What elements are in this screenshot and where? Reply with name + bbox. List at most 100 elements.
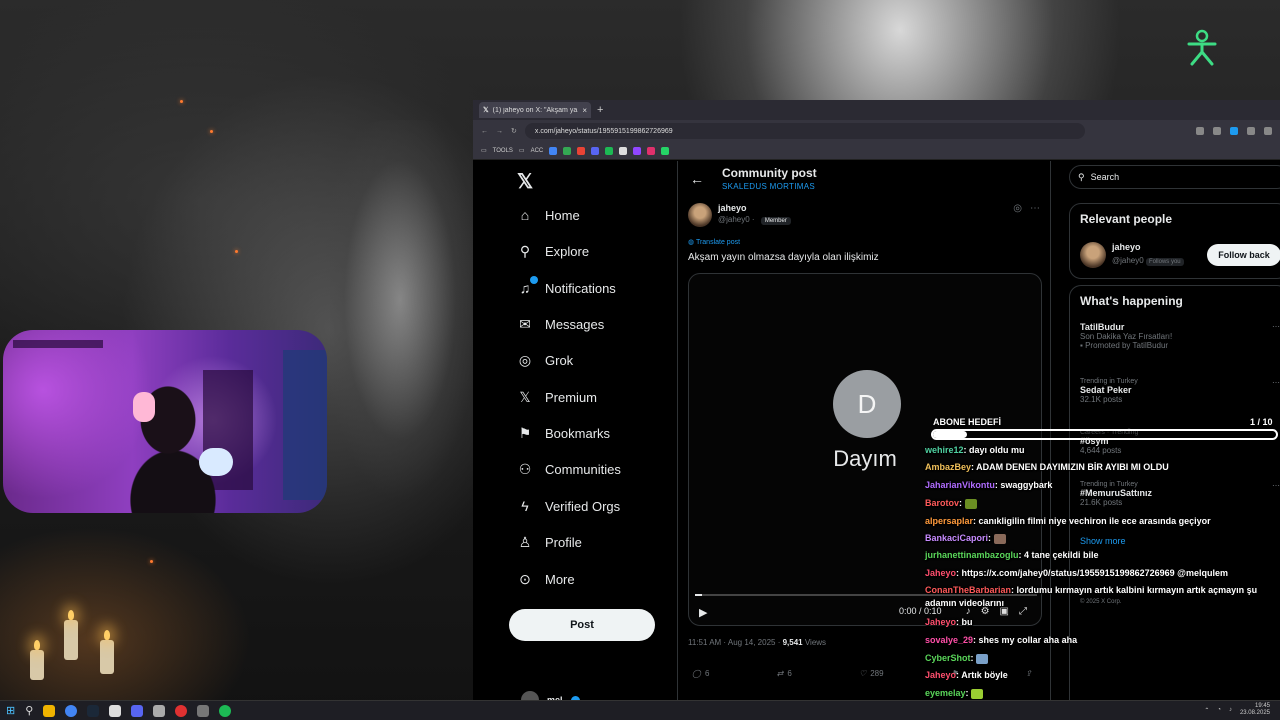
nav-label: Home [545,207,580,223]
app-icon[interactable] [197,704,210,717]
bookmark-folder-acc[interactable]: ACC [531,148,544,154]
bookmark-icon[interactable] [591,146,600,155]
nav-profile[interactable]: ♙ Profile [517,534,582,550]
bookmark-icon[interactable] [633,146,642,155]
chat-username: AmbazBey [925,462,972,472]
more-options-icon[interactable]: ⋯ [1272,378,1280,387]
post-tools: ◎ ⋯ [1013,203,1040,214]
chat-message: BankaciCapori: [925,533,1006,544]
extension-icon[interactable] [1264,127,1272,135]
community-link[interactable]: SKALEDUS MORTIMAS [722,182,815,191]
bookmark-icon[interactable] [577,146,586,155]
trend-item[interactable]: Trending in Turkey #MemuruSattınız 21.6K… [1080,481,1280,507]
repost-button[interactable]: ⇄ 6 [777,669,792,678]
nav-more[interactable]: ⊙ More [517,571,575,587]
nav-grok[interactable]: ◎ Grok [517,352,573,368]
chat-username: sovalye_29 [925,635,974,645]
extension-icon[interactable] [1196,127,1204,135]
nav-communities[interactable]: ⚇ Communities [517,461,621,477]
post-button[interactable]: Post [509,609,655,641]
obs-icon[interactable] [175,704,188,717]
nav-explore[interactable]: ⚲ Explore [517,243,589,259]
video-progress-fill [695,594,702,596]
browser-tab[interactable]: 𝕏 (1) jaheyo on X: "Akşam ya... × [479,102,591,118]
new-tab-button[interactable]: + [597,104,603,116]
more-options-icon[interactable]: ⋯ [1272,322,1280,331]
nav-notifications[interactable]: ♫ Notifications [517,276,616,296]
author-avatar[interactable] [688,203,712,227]
chat-username: wehire12 [925,445,964,455]
back-icon[interactable]: ← [481,128,488,135]
bookmark-icon[interactable] [605,146,614,155]
clock[interactable]: 19:45 23.08.2025 [1240,703,1270,717]
app-icon[interactable] [153,704,166,717]
file-explorer-icon[interactable] [43,704,56,717]
nav-home[interactable]: ⌂ Home [517,207,580,223]
page-title: Community post [722,166,817,180]
app-icon[interactable] [109,704,122,717]
extension-icons [1196,127,1272,135]
x-logo-icon[interactable]: 𝕏 [517,169,533,194]
spotify-icon[interactable] [219,704,232,717]
avatar[interactable] [1080,242,1106,268]
folder-icon: ▭ [518,148,525,154]
reload-icon[interactable]: ↻ [511,127,517,135]
streamer-figure [113,380,223,513]
forward-icon[interactable]: → [496,128,503,135]
chat-username: CyberShot [925,653,971,663]
extension-icon[interactable] [1230,127,1238,135]
close-tab-icon[interactable]: × [582,106,587,115]
nav-verified-orgs[interactable]: ϟ Verified Orgs [517,498,620,514]
grok-icon[interactable]: ◎ [1013,203,1022,214]
discord-icon[interactable] [131,704,144,717]
more-options-icon[interactable]: ⋯ [1030,203,1040,214]
extension-icon[interactable] [1247,127,1255,135]
windows-start-icon[interactable]: ⊞ [6,704,15,717]
volume-icon[interactable]: ♪ [1229,707,1232,713]
follow-back-button[interactable]: Follow back [1207,244,1280,266]
bookmark-folder-tools[interactable]: TOOLS [493,148,513,154]
steam-icon[interactable] [87,704,100,717]
url-field[interactable]: x.com/jaheyo/status/1955915199862726969 [524,123,1085,139]
bookmark-icon[interactable] [661,146,670,155]
trend-promoted: Promoted by TatilBudur [1085,341,1169,350]
translate-post-link[interactable]: ◍ Translate post [688,238,740,246]
nav-premium[interactable]: 𝕏 Premium [517,389,597,405]
candle-decoration [64,610,78,660]
bookmark-icon[interactable] [549,146,558,155]
bookmark-icon[interactable] [647,146,656,155]
nav-bookmarks[interactable]: ⚑ Bookmarks [517,425,610,441]
mail-icon: ✉ [519,315,531,332]
show-more-link[interactable]: Show more [1080,536,1126,546]
trend-item[interactable]: Trending in Turkey Sedat Peker 32.1K pos… [1080,378,1280,404]
search-icon[interactable]: ⚲ [25,704,33,717]
back-arrow-icon[interactable]: ← [690,171,704,187]
like-button[interactable]: ♡ 289 [859,669,884,678]
chrome-icon[interactable] [65,704,78,717]
trend-desc: Son Dakika Yaz Fırsatları! [1080,332,1173,341]
person-name[interactable]: jaheyo [1112,242,1141,252]
chat-text: : dayı oldu mu [963,445,1025,455]
ad-icon: ▪ [1080,341,1083,350]
bookmark-icon[interactable] [563,146,572,155]
author-handle-row: @jahey0 · Member [718,215,791,225]
notification-dot [530,276,538,284]
bookmark-icon[interactable] [619,146,628,155]
extension-icon[interactable] [1213,127,1221,135]
share-button[interactable]: ⇪ [1025,669,1032,678]
tray-arrow-icon[interactable]: ⌃ [1204,707,1209,714]
network-icon[interactable]: ◔ [1217,707,1221,713]
browser-window: 𝕏 (1) jaheyo on X: "Akşam ya... × + ← → … [473,100,1280,709]
more-options-icon[interactable]: ⋯ [1272,481,1280,490]
reply-count: 6 [704,669,710,678]
author-name[interactable]: jaheyo [718,203,747,213]
play-icon[interactable]: ▶ [699,606,707,619]
more-icon: ⊙ [519,570,531,587]
chat-message: alpersaplar: canıkligilin filmi niye vec… [925,516,1211,526]
nav-messages[interactable]: ✉ Messages [517,316,604,332]
chat-message: jurhanettinambazoglu: 4 tane çekildi bil… [925,550,1099,560]
trend-item[interactable]: TatilBudur Son Dakika Yaz Fırsatları! ▪ … [1080,322,1280,350]
search-input[interactable]: ⚲ Search [1069,165,1280,189]
tab-title: (1) jaheyo on X: "Akşam ya... [492,106,579,114]
reply-button[interactable]: ◯ 6 [692,669,709,678]
